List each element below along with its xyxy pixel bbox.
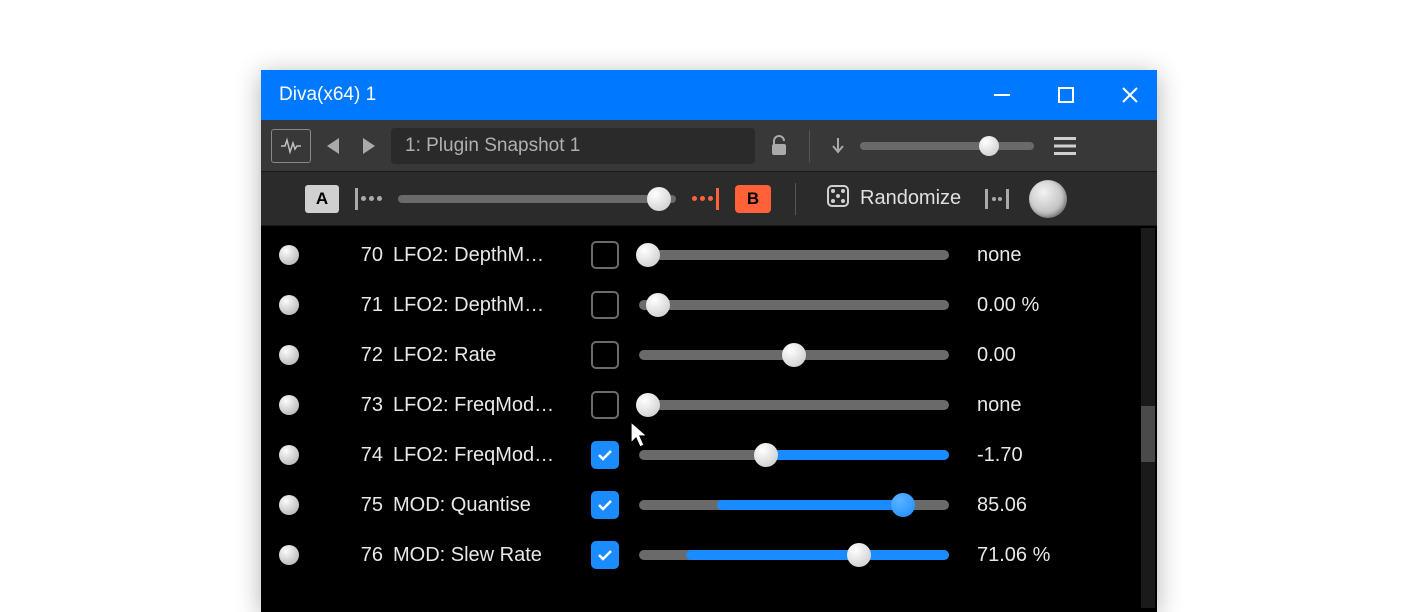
down-arrow-icon[interactable]	[824, 128, 852, 164]
param-number: 75	[349, 494, 383, 517]
param-number: 72	[349, 344, 383, 367]
b-slot-button[interactable]: B	[735, 185, 771, 213]
divider	[809, 130, 810, 162]
param-enable-checkbox[interactable]	[591, 291, 619, 319]
param-slider-thumb[interactable]	[782, 343, 806, 367]
param-indicator-dot[interactable]	[279, 395, 299, 415]
waveform-icon[interactable]	[271, 129, 311, 163]
next-preset-button[interactable]	[355, 132, 383, 160]
param-slider-thumb[interactable]	[754, 443, 778, 467]
param-indicator-dot[interactable]	[279, 545, 299, 565]
param-name: LFO2: FreqMod…	[393, 394, 577, 417]
param-enable-checkbox[interactable]	[591, 491, 619, 519]
param-enable-checkbox[interactable]	[591, 441, 619, 469]
param-slider[interactable]	[639, 300, 949, 310]
param-slider-thumb[interactable]	[847, 543, 871, 567]
param-name: MOD: Slew Rate	[393, 544, 577, 567]
snapshot-selector[interactable]: 1: Plugin Snapshot 1	[391, 128, 755, 164]
param-name: LFO2: DepthM…	[393, 244, 577, 267]
divider	[795, 183, 796, 215]
dice-icon	[826, 184, 850, 214]
param-enable-checkbox[interactable]	[591, 391, 619, 419]
ab-toolbar: A B Randomize	[261, 172, 1157, 226]
host-toolbar: 1: Plugin Snapshot 1	[261, 120, 1157, 172]
param-enable-checkbox[interactable]	[591, 541, 619, 569]
param-number: 76	[349, 544, 383, 567]
ab-morph-thumb[interactable]	[647, 187, 671, 211]
param-name: LFO2: Rate	[393, 344, 577, 367]
param-name: MOD: Quantise	[393, 494, 577, 517]
param-row: 71 LFO2: DepthM… 0.00 %	[261, 280, 1157, 330]
scrollbar[interactable]	[1141, 228, 1155, 608]
param-value: none	[977, 394, 1022, 417]
randomize-button[interactable]: Randomize	[820, 181, 967, 217]
a-slot-button[interactable]: A	[305, 185, 339, 213]
param-indicator-dot[interactable]	[279, 295, 299, 315]
prev-preset-button[interactable]	[319, 132, 347, 160]
param-enable-checkbox[interactable]	[591, 241, 619, 269]
param-row: 75 MOD: Quantise 85.06	[261, 480, 1157, 530]
param-name: LFO2: FreqMod…	[393, 444, 577, 467]
param-slider[interactable]	[639, 450, 949, 460]
param-value: 71.06 %	[977, 544, 1050, 567]
param-value: -1.70	[977, 444, 1023, 467]
plugin-window: Diva(x64) 1 1: Plugin Snapshot 1	[261, 70, 1157, 612]
param-indicator-dot[interactable]	[279, 495, 299, 515]
param-slider[interactable]	[639, 500, 949, 510]
param-value: 85.06	[977, 494, 1027, 517]
param-slider[interactable]	[639, 550, 949, 560]
param-indicator-dot[interactable]	[279, 245, 299, 265]
ab-morph-slider[interactable]	[398, 195, 676, 203]
randomize-amount-knob[interactable]	[1029, 180, 1067, 218]
hamburger-menu-icon[interactable]	[1048, 128, 1082, 164]
param-slider-thumb[interactable]	[891, 493, 915, 517]
param-value: 0.00 %	[977, 294, 1039, 317]
param-row: 72 LFO2: Rate 0.00	[261, 330, 1157, 380]
close-button[interactable]	[1121, 86, 1139, 104]
param-slider[interactable]	[639, 400, 949, 410]
param-slider-thumb[interactable]	[636, 393, 660, 417]
param-row: 76 MOD: Slew Rate 71.06 %	[261, 530, 1157, 580]
param-row: 73 LFO2: FreqMod… none	[261, 380, 1157, 430]
param-value: 0.00	[977, 344, 1016, 367]
param-indicator-dot[interactable]	[279, 345, 299, 365]
maximize-button[interactable]	[1057, 86, 1075, 104]
param-slider-thumb[interactable]	[636, 243, 660, 267]
copy-to-a-icon[interactable]	[692, 188, 719, 210]
minimize-button[interactable]	[993, 86, 1011, 104]
lock-icon[interactable]	[763, 128, 795, 164]
titlebar: Diva(x64) 1	[261, 70, 1157, 120]
param-row: 70 LFO2: DepthM… none	[261, 230, 1157, 280]
param-number: 73	[349, 394, 383, 417]
param-slider[interactable]	[639, 250, 949, 260]
param-indicator-dot[interactable]	[279, 445, 299, 465]
randomize-label: Randomize	[860, 187, 961, 210]
window-title: Diva(x64) 1	[279, 84, 993, 106]
param-number: 74	[349, 444, 383, 467]
param-name: LFO2: DepthM…	[393, 294, 577, 317]
snapshot-label: 1: Plugin Snapshot 1	[405, 135, 580, 157]
param-row: 74 LFO2: FreqMod… -1.70	[261, 430, 1157, 480]
param-slider[interactable]	[639, 350, 949, 360]
param-value: none	[977, 244, 1022, 267]
param-slider-thumb[interactable]	[646, 293, 670, 317]
copy-to-b-icon[interactable]	[355, 188, 382, 210]
randomize-scope-icon[interactable]	[985, 189, 1009, 209]
scrollbar-thumb[interactable]	[1141, 406, 1155, 462]
param-number: 71	[349, 294, 383, 317]
output-slider-thumb[interactable]	[979, 136, 999, 156]
param-number: 70	[349, 244, 383, 267]
window-controls	[993, 86, 1139, 104]
param-enable-checkbox[interactable]	[591, 341, 619, 369]
output-slider[interactable]	[860, 142, 1034, 150]
parameter-list: 70 LFO2: DepthM… none 71 LFO2: DepthM… 0…	[261, 226, 1157, 612]
